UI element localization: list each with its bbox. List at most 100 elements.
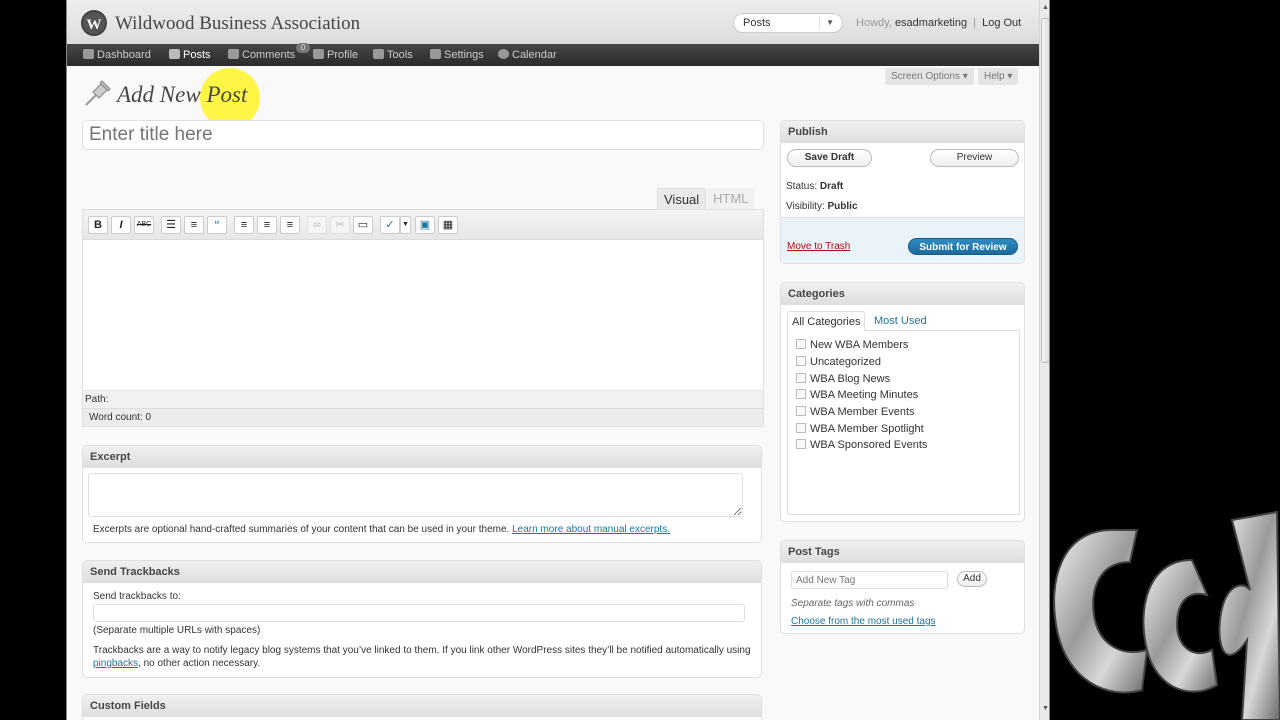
status-value: Draft — [819, 181, 844, 192]
excerpt-learn-more-link[interactable]: Learn more about manual excerpts. — [512, 524, 670, 535]
category-label: WBA Member Events — [810, 406, 915, 418]
user-greeting: Howdy, esadmarketing | Log Out — [856, 17, 1021, 29]
move-to-trash-link[interactable]: Move to Trash — [787, 241, 850, 252]
category-checkbox[interactable] — [796, 373, 806, 383]
menu-item-label: Comments — [242, 49, 296, 61]
submit-for-review-button[interactable]: Submit for Review — [908, 238, 1018, 255]
category-checkbox[interactable] — [796, 339, 806, 349]
wrench-icon — [373, 49, 384, 59]
custom-fields-title[interactable]: Custom Fields — [83, 695, 761, 717]
vertical-scrollbar[interactable]: ▲ ▼ — [1039, 0, 1049, 720]
category-item[interactable]: WBA Member Spotlight — [796, 421, 924, 437]
category-item[interactable]: WBA Blog News — [796, 371, 890, 387]
speech-bubble-icon — [228, 49, 239, 59]
spellcheck-dropdown-button[interactable]: ▼ — [400, 216, 411, 234]
trackbacks-note: (Separate multiple URLs with spaces) — [93, 625, 261, 636]
blockquote-button[interactable]: “ — [207, 216, 227, 234]
fullscreen-button[interactable]: ▣ — [415, 216, 435, 234]
category-checkbox[interactable] — [796, 356, 806, 366]
unlink-button[interactable]: ✂ — [330, 216, 350, 234]
category-checkbox[interactable] — [796, 389, 806, 399]
gear-icon — [498, 49, 509, 59]
insert-link-button[interactable]: ∞ — [307, 216, 327, 234]
scroll-up-arrow-icon[interactable]: ▲ — [1042, 4, 1049, 11]
category-item[interactable]: New WBA Members — [796, 337, 908, 353]
username-link[interactable]: esadmarketing — [895, 17, 967, 29]
category-item[interactable]: WBA Member Events — [796, 404, 915, 420]
pushpin-icon — [169, 49, 180, 59]
bold-button[interactable]: B — [88, 216, 108, 234]
scroll-down-arrow-icon[interactable]: ▼ — [1042, 705, 1049, 712]
add-tag-button[interactable]: Add — [957, 571, 987, 587]
editor-path: Path: — [83, 390, 763, 408]
align-center-button[interactable]: ≡ — [257, 216, 277, 234]
numbered-list-button[interactable]: ≡ — [184, 216, 204, 234]
publish-actions: Move to Trash Submit for Review — [781, 217, 1024, 263]
kitchen-sink-button[interactable]: ▦ — [438, 216, 458, 234]
category-item[interactable]: WBA Sponsored Events — [796, 437, 927, 453]
unlink-icon: ✂ — [335, 219, 345, 231]
save-draft-button[interactable]: Save Draft — [787, 149, 872, 167]
category-label: WBA Member Spotlight — [810, 423, 924, 435]
favorites-dropdown-value: Posts — [743, 17, 771, 29]
menu-item-comments[interactable]: Comments — [228, 48, 295, 62]
channel-watermark-logo — [1053, 510, 1280, 720]
category-checkbox[interactable] — [796, 423, 806, 433]
comment-count-badge: 0 — [296, 43, 310, 53]
menu-item-profile[interactable]: Profile — [313, 48, 358, 62]
category-item[interactable]: WBA Meeting Minutes — [796, 387, 918, 403]
choose-most-used-tags-link[interactable]: Choose from the most used tags — [791, 616, 936, 627]
post-title-input[interactable] — [82, 120, 764, 150]
categories-title[interactable]: Categories — [781, 283, 1024, 305]
favorites-dropdown[interactable]: Posts ▼ — [733, 13, 843, 33]
italic-button[interactable]: I — [111, 216, 131, 234]
category-item[interactable]: Uncategorized — [796, 354, 881, 370]
site-title[interactable]: Wildwood Business Association — [115, 13, 360, 35]
logout-link[interactable]: Log Out — [982, 17, 1021, 29]
scrollbar-thumb[interactable] — [1041, 18, 1049, 363]
screen-options-tab[interactable]: Screen Options ▾ — [885, 68, 974, 85]
category-checkbox[interactable] — [796, 406, 806, 416]
menu-item-label: Settings — [444, 49, 484, 61]
editor-content-area[interactable] — [83, 240, 763, 390]
pingbacks-link[interactable]: pingbacks — [93, 658, 138, 669]
menu-item-settings[interactable]: Settings — [430, 48, 484, 62]
trackbacks-title[interactable]: Send Trackbacks — [83, 561, 761, 583]
header-separator: | — [973, 17, 977, 29]
trackbacks-label: Send trackbacks to: — [93, 591, 181, 602]
tab-visual[interactable]: Visual — [657, 188, 707, 209]
pushpin-icon — [85, 80, 111, 106]
tab-html[interactable]: HTML — [707, 188, 755, 209]
excerpt-textarea[interactable] — [88, 473, 743, 517]
help-tab[interactable]: Help ▾ — [978, 68, 1019, 85]
new-tag-input[interactable] — [791, 571, 948, 589]
spellcheck-button[interactable]: ✓ — [380, 216, 400, 234]
post-tags-title[interactable]: Post Tags — [781, 541, 1024, 563]
excerpt-help-text: Excerpts are optional hand-crafted summa… — [93, 524, 510, 535]
bullet-list-button[interactable]: ☰ — [161, 216, 181, 234]
link-icon: ∞ — [313, 219, 321, 231]
menu-item-posts[interactable]: Posts — [169, 48, 211, 62]
settings-icon — [430, 49, 441, 59]
more-tag-icon: ▭ — [357, 219, 369, 231]
menu-item-calendar[interactable]: Calendar — [498, 48, 557, 62]
align-left-button[interactable]: ≡ — [234, 216, 254, 234]
spellcheck-icon: ✓ — [385, 219, 395, 231]
menu-item-tools[interactable]: Tools — [373, 48, 413, 62]
status-label: Status: — [786, 181, 818, 192]
strikethrough-button[interactable]: ABC — [134, 216, 154, 234]
kitchen-sink-icon: ▦ — [442, 219, 454, 231]
trackbacks-input[interactable] — [93, 604, 745, 622]
insert-more-button[interactable]: ▭ — [353, 216, 373, 234]
page-title: Add New Post — [117, 82, 248, 107]
tab-all-categories[interactable]: All Categories — [787, 311, 866, 331]
category-label: New WBA Members — [810, 339, 909, 351]
publish-title[interactable]: Publish — [781, 121, 1024, 143]
tab-most-used[interactable]: Most Used — [874, 311, 927, 331]
excerpt-title[interactable]: Excerpt — [83, 446, 761, 468]
menu-item-dashboard[interactable]: Dashboard — [83, 48, 151, 62]
chevron-down-icon: ▼ — [826, 18, 834, 27]
category-checkbox[interactable] — [796, 439, 806, 449]
align-right-button[interactable]: ≡ — [280, 216, 300, 234]
preview-button[interactable]: Preview — [930, 149, 1019, 167]
